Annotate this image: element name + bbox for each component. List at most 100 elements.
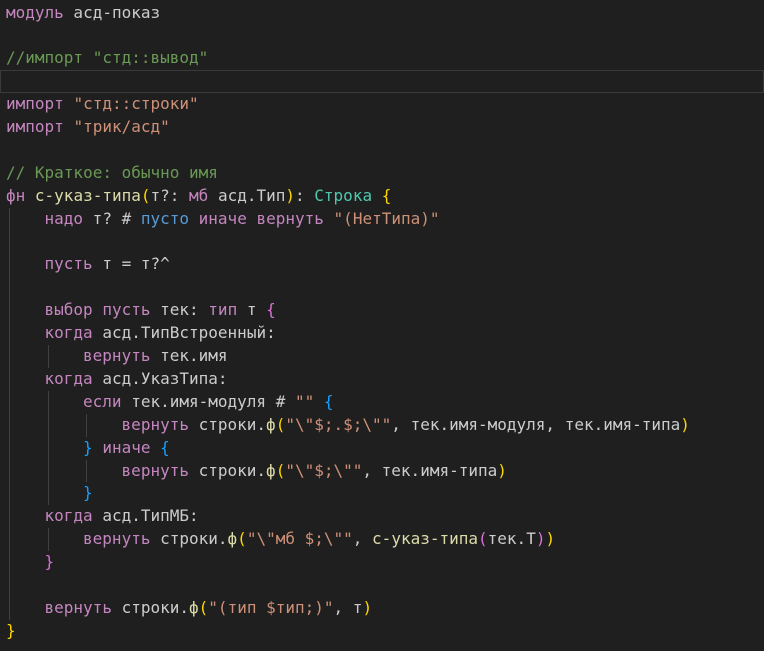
code-token: ф	[227, 529, 238, 549]
indent-guide	[86, 459, 88, 483]
indent-guide	[9, 207, 10, 620]
code-line[interactable]: }	[0, 620, 764, 643]
code-token: }	[6, 620, 16, 640]
code-token: )	[497, 460, 507, 480]
code-line[interactable]: //импорт "стд::вывод"	[0, 47, 764, 70]
code-token: //импорт "стд::вывод"	[6, 48, 209, 68]
code-line[interactable]: } иначе {	[0, 437, 764, 460]
code-line[interactable]: импорт "стд::строки"	[0, 93, 764, 116]
code-token: "стд::строки"	[73, 94, 199, 114]
code-token: асд.УказТипа:	[92, 368, 228, 388]
code-token: (	[237, 529, 247, 549]
code-token: пусто	[140, 208, 190, 228]
code-line[interactable]: когда асд.ТипМБ:	[0, 505, 764, 528]
code-token: если	[83, 391, 122, 411]
code-token: "(тип $тип;)"	[208, 597, 334, 617]
code-token: асд.Тип	[208, 185, 286, 205]
code-token: )	[545, 529, 556, 549]
code-token: {	[323, 391, 334, 411]
code-token: (	[140, 185, 151, 205]
code-line[interactable]: // Краткое: обычно имя	[0, 162, 764, 185]
code-token: тек.имя	[150, 346, 228, 365]
code-token: ф	[266, 414, 276, 434]
code-line[interactable]	[0, 574, 764, 597]
code-token: "\"$;.$;\""	[285, 414, 392, 434]
code-token: "трик/асд"	[73, 117, 170, 136]
code-token: ф	[189, 597, 199, 617]
code-token: ф	[266, 460, 276, 480]
current-code-line[interactable]	[0, 70, 764, 94]
code-line[interactable]: импорт "трик/асд"	[0, 116, 764, 139]
code-token: строки.	[188, 414, 267, 434]
code-token: т	[237, 300, 267, 320]
code-token: (	[275, 414, 286, 434]
code-line[interactable]	[0, 231, 764, 254]
code-token: иначе	[102, 437, 151, 457]
code-token: )	[285, 185, 296, 205]
code-token: тек:	[150, 300, 209, 320]
code-line[interactable]	[0, 276, 764, 299]
code-token: {	[160, 437, 170, 457]
code-line[interactable]: выбор пусть тек: тип т {	[0, 299, 764, 322]
code-token: вернуть	[121, 460, 189, 480]
code-token: ""	[294, 391, 315, 411]
code-line[interactable]: фн с-указ-типа(т?: мб асд.Тип): Строка {	[0, 185, 764, 208]
code-token: с-указ-типа	[372, 529, 479, 549]
code-token: вернуть	[44, 597, 112, 617]
code-token: импорт	[6, 94, 64, 114]
code-line[interactable]: вернуть тек.имя	[0, 345, 764, 368]
code-token: {	[266, 300, 276, 320]
code-line[interactable]: когда асд.УказТипа:	[0, 368, 764, 391]
code-line[interactable]: вернуть строки.ф("\"$;\"", тек.имя-типа)	[0, 460, 764, 483]
code-token: тек.имя-модуля #	[121, 391, 295, 411]
code-token: // Краткое: обычно имя	[6, 162, 218, 182]
code-token: строки.	[188, 460, 267, 480]
code-token: }	[44, 552, 55, 572]
code-token: т? #	[83, 208, 141, 228]
code-line[interactable]: надо т? # пусто иначе вернуть "(НетТипа)…	[0, 208, 764, 231]
code-line[interactable]: вернуть строки.ф("(тип $тип;)", т)	[0, 597, 764, 620]
code-line[interactable]	[0, 24, 764, 47]
code-line[interactable]: если тек.имя-модуля # "" {	[0, 391, 764, 414]
code-token: когда	[44, 368, 93, 388]
code-token: фн	[6, 185, 26, 205]
code-token: мб	[189, 185, 209, 205]
code-token: тип	[208, 300, 238, 320]
code-token: )	[362, 597, 373, 617]
code-token: }	[83, 437, 93, 457]
code-token: {	[381, 185, 392, 205]
code-token: т = т?^	[92, 254, 170, 274]
code-token: (	[198, 597, 209, 617]
code-line[interactable]: вернуть строки.ф("\"мб $;\"", с-указ-тип…	[0, 528, 764, 551]
code-line[interactable]: когда асд.ТипВстроенный:	[0, 322, 764, 345]
code-token: (	[275, 460, 286, 480]
code-line[interactable]: вернуть строки.ф("\"$;.$;\"", тек.имя-мо…	[0, 414, 764, 437]
code-editor[interactable]: модуль асд-показ//импорт "стд::вывод"имп…	[0, 0, 764, 651]
code-line[interactable]: пусть т = т?^	[0, 253, 764, 276]
code-token: вернуть	[256, 208, 324, 228]
code-token: )	[680, 414, 690, 434]
code-token: выбор	[44, 300, 93, 320]
indent-guide	[47, 390, 49, 506]
code-token: вернуть	[121, 414, 189, 434]
code-token: импорт	[6, 117, 64, 136]
code-token: строки.	[150, 529, 228, 549]
code-token: "\"$;\""	[285, 460, 363, 480]
code-token: асд.ТипМБ:	[92, 506, 199, 526]
code-line[interactable]	[0, 139, 764, 162]
code-token: модуль	[6, 2, 64, 22]
code-token: (	[478, 529, 488, 549]
code-line[interactable]: модуль асд-показ	[0, 2, 764, 25]
indent-guide	[47, 528, 49, 552]
code-line[interactable]: }	[0, 551, 764, 574]
code-line[interactable]: }	[0, 482, 764, 505]
